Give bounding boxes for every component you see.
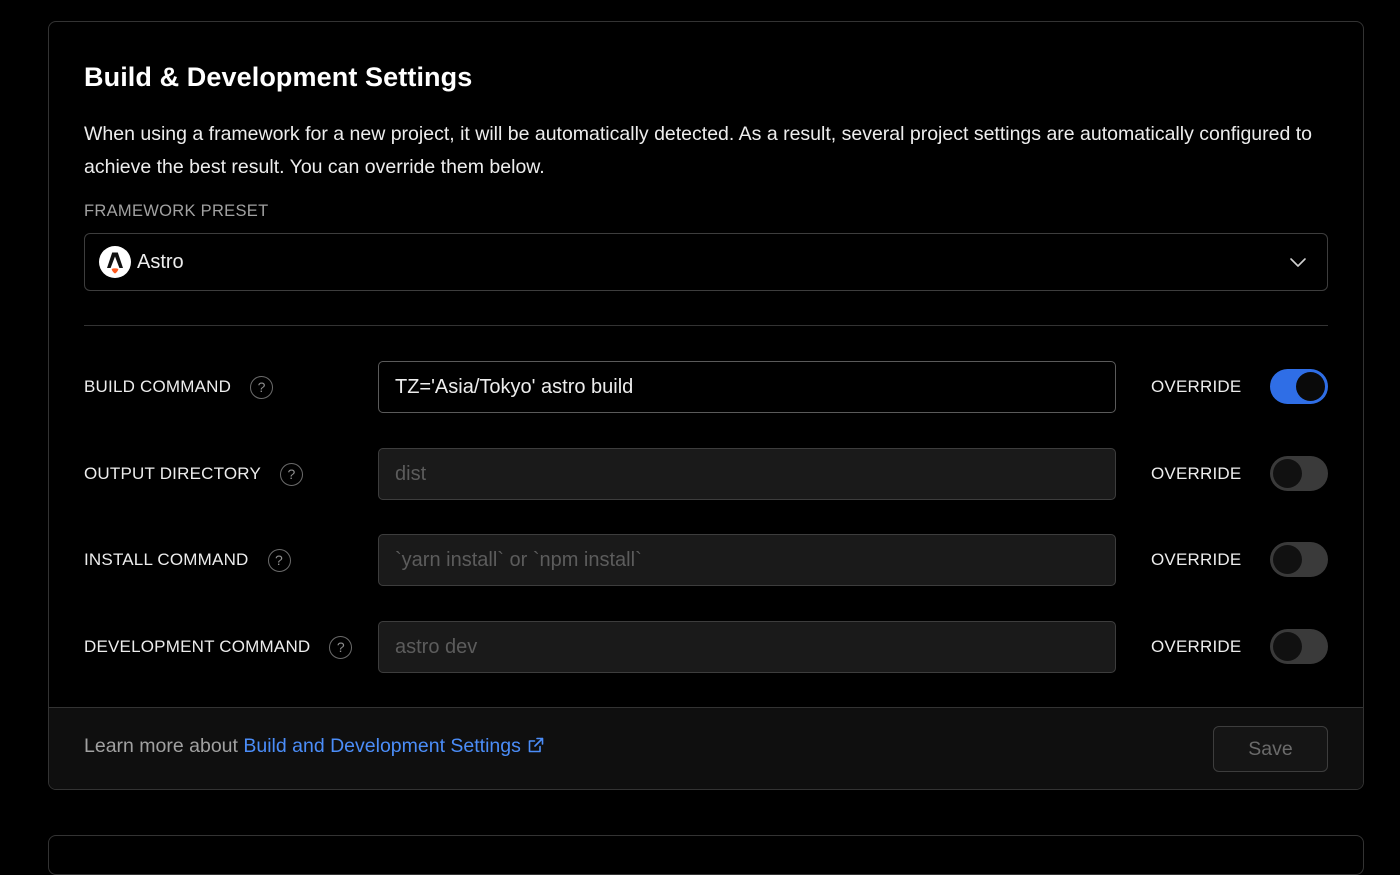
setting-row-build-command: BUILD COMMAND ? OVERRIDE bbox=[84, 361, 1328, 413]
next-section-card bbox=[48, 835, 1364, 875]
help-icon[interactable]: ? bbox=[329, 635, 353, 659]
build-settings-card: Build & Development Settings When using … bbox=[48, 21, 1364, 790]
external-link-icon bbox=[527, 736, 545, 760]
framework-preset-label: FRAMEWORK PRESET bbox=[84, 202, 269, 220]
override-label: OVERRIDE bbox=[1151, 550, 1242, 569]
help-icon[interactable]: ? bbox=[267, 548, 291, 572]
install-command-override-toggle[interactable] bbox=[1270, 542, 1328, 577]
setting-row-install-command: INSTALL COMMAND ? OVERRIDE bbox=[84, 534, 1328, 586]
framework-preset-value: Astro bbox=[137, 250, 184, 273]
install-command-input[interactable] bbox=[378, 534, 1116, 586]
setting-row-development-command: DEVELOPMENT COMMAND ? OVERRIDE bbox=[84, 621, 1328, 673]
chevron-down-icon bbox=[1289, 253, 1307, 276]
build-command-override-toggle[interactable] bbox=[1270, 369, 1328, 404]
output-directory-label: OUTPUT DIRECTORY bbox=[84, 464, 262, 483]
astro-logo-icon bbox=[99, 246, 131, 278]
override-label: OVERRIDE bbox=[1151, 464, 1242, 483]
help-icon[interactable]: ? bbox=[280, 462, 304, 486]
setting-row-output-directory: OUTPUT DIRECTORY ? OVERRIDE bbox=[84, 448, 1328, 500]
install-command-label: INSTALL COMMAND bbox=[84, 550, 249, 569]
development-command-input[interactable] bbox=[378, 621, 1116, 673]
section-title: Build & Development Settings bbox=[84, 62, 473, 92]
development-command-override-toggle[interactable] bbox=[1270, 629, 1328, 664]
docs-link-label: Build and Development Settings bbox=[243, 735, 521, 757]
output-directory-input[interactable] bbox=[378, 448, 1116, 500]
section-divider bbox=[84, 325, 1328, 326]
footer-prefix: Learn more about bbox=[84, 735, 244, 757]
build-command-input[interactable] bbox=[378, 361, 1116, 413]
save-button[interactable]: Save bbox=[1213, 726, 1328, 772]
card-body: Build & Development Settings When using … bbox=[49, 22, 1363, 707]
development-command-label: DEVELOPMENT COMMAND bbox=[84, 637, 311, 656]
footer-text: Learn more about Build and Development S… bbox=[84, 735, 545, 760]
override-label: OVERRIDE bbox=[1151, 637, 1242, 656]
help-icon[interactable]: ? bbox=[250, 375, 274, 399]
framework-preset-select[interactable]: Astro bbox=[84, 233, 1328, 291]
build-command-label: BUILD COMMAND bbox=[84, 377, 232, 396]
override-label: OVERRIDE bbox=[1151, 377, 1242, 396]
output-directory-override-toggle[interactable] bbox=[1270, 456, 1328, 491]
card-footer: Learn more about Build and Development S… bbox=[49, 707, 1363, 789]
section-description: When using a framework for a new project… bbox=[84, 123, 1313, 178]
docs-link[interactable]: Build and Development Settings bbox=[243, 735, 545, 757]
